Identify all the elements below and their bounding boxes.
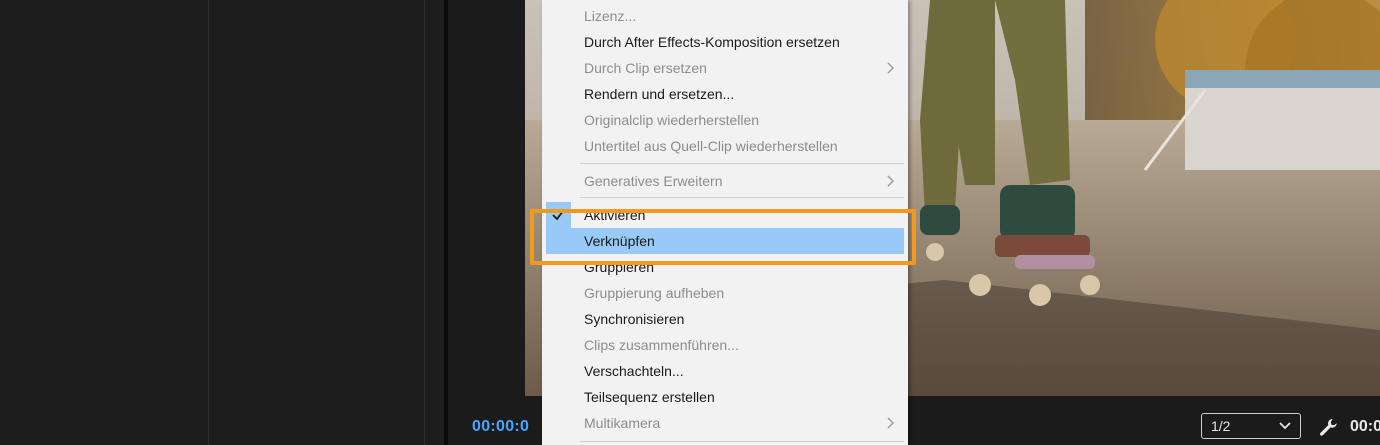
menu-item-label: Originalclip wiederherstellen	[584, 112, 760, 128]
menu-item-label: Synchronisieren	[584, 311, 685, 327]
menu-item-replace-with-after-effects[interactable]: Durch After Effects-Komposition ersetzen	[542, 29, 908, 55]
zoom-level-dropdown[interactable]: 1/2	[1201, 413, 1301, 439]
menu-item-synchronize[interactable]: Synchronisieren	[542, 306, 908, 332]
menu-separator	[580, 197, 904, 198]
menu-item-enable[interactable]: Aktivieren	[542, 202, 908, 228]
menu-item-label: Durch After Effects-Komposition ersetzen	[584, 34, 840, 50]
menu-item-label: Untertitel aus Quell-Clip wiederherstell…	[584, 138, 838, 154]
playhead-timecode[interactable]: 00:00:0	[472, 418, 529, 436]
menu-item-label: Gruppieren	[584, 259, 655, 275]
menu-item-label: Rendern und ersetzen...	[584, 86, 735, 102]
menu-item-link[interactable]: Verknüpfen	[542, 228, 908, 254]
menu-item-render-and-replace[interactable]: Rendern und ersetzen...	[542, 81, 908, 107]
zoom-level-value: 1/2	[1211, 418, 1231, 434]
chevron-right-icon	[887, 175, 894, 187]
menu-item-group[interactable]: Gruppieren	[542, 254, 908, 280]
menu-item-label: Verknüpfen	[584, 233, 655, 249]
menu-item-label: Lizenz...	[584, 8, 637, 24]
menu-item-label: Clips zusammenführen...	[584, 337, 739, 353]
wrench-icon[interactable]	[1318, 417, 1338, 437]
menu-item-label: Verschachteln...	[584, 363, 684, 379]
menu-item-replace-with-clip[interactable]: Durch Clip ersetzen	[542, 55, 908, 81]
menu-separator	[580, 163, 904, 164]
panel-divider	[208, 0, 209, 445]
menu-item-merge-clips[interactable]: Clips zusammenführen...	[542, 332, 908, 358]
menu-item-restore-captions[interactable]: Untertitel aus Quell-Clip wiederherstell…	[542, 133, 908, 159]
context-menu: Lizenz... Durch After Effects-Kompositio…	[542, 0, 908, 445]
menu-item-ungroup[interactable]: Gruppierung aufheben	[542, 280, 908, 306]
chevron-right-icon	[887, 62, 894, 74]
menu-item-label: Multikamera	[584, 415, 661, 431]
menu-separator	[580, 441, 904, 442]
menu-item-label: Aktivieren	[584, 207, 646, 223]
menu-item-label: Teilsequenz erstellen	[584, 389, 715, 405]
menu-item-label: Gruppierung aufheben	[584, 285, 725, 301]
menu-item-generative-extend[interactable]: Generatives Erweitern	[542, 168, 908, 194]
menu-item-lizenz[interactable]: Lizenz...	[542, 3, 908, 29]
menu-item-label: Generatives Erweitern	[584, 173, 723, 189]
menu-item-multicamera[interactable]: Multikamera	[542, 410, 908, 436]
chevron-down-icon	[1279, 422, 1291, 430]
menu-item-make-subsequence[interactable]: Teilsequenz erstellen	[542, 384, 908, 410]
menu-item-restore-original-clip[interactable]: Originalclip wiederherstellen	[542, 107, 908, 133]
duration-timecode: 00:0	[1350, 418, 1380, 435]
menu-item-nest[interactable]: Verschachteln...	[542, 358, 908, 384]
menu-item-label: Durch Clip ersetzen	[584, 60, 707, 76]
left-panel	[0, 0, 444, 445]
chevron-right-icon	[887, 417, 894, 429]
panel-divider	[424, 0, 425, 445]
